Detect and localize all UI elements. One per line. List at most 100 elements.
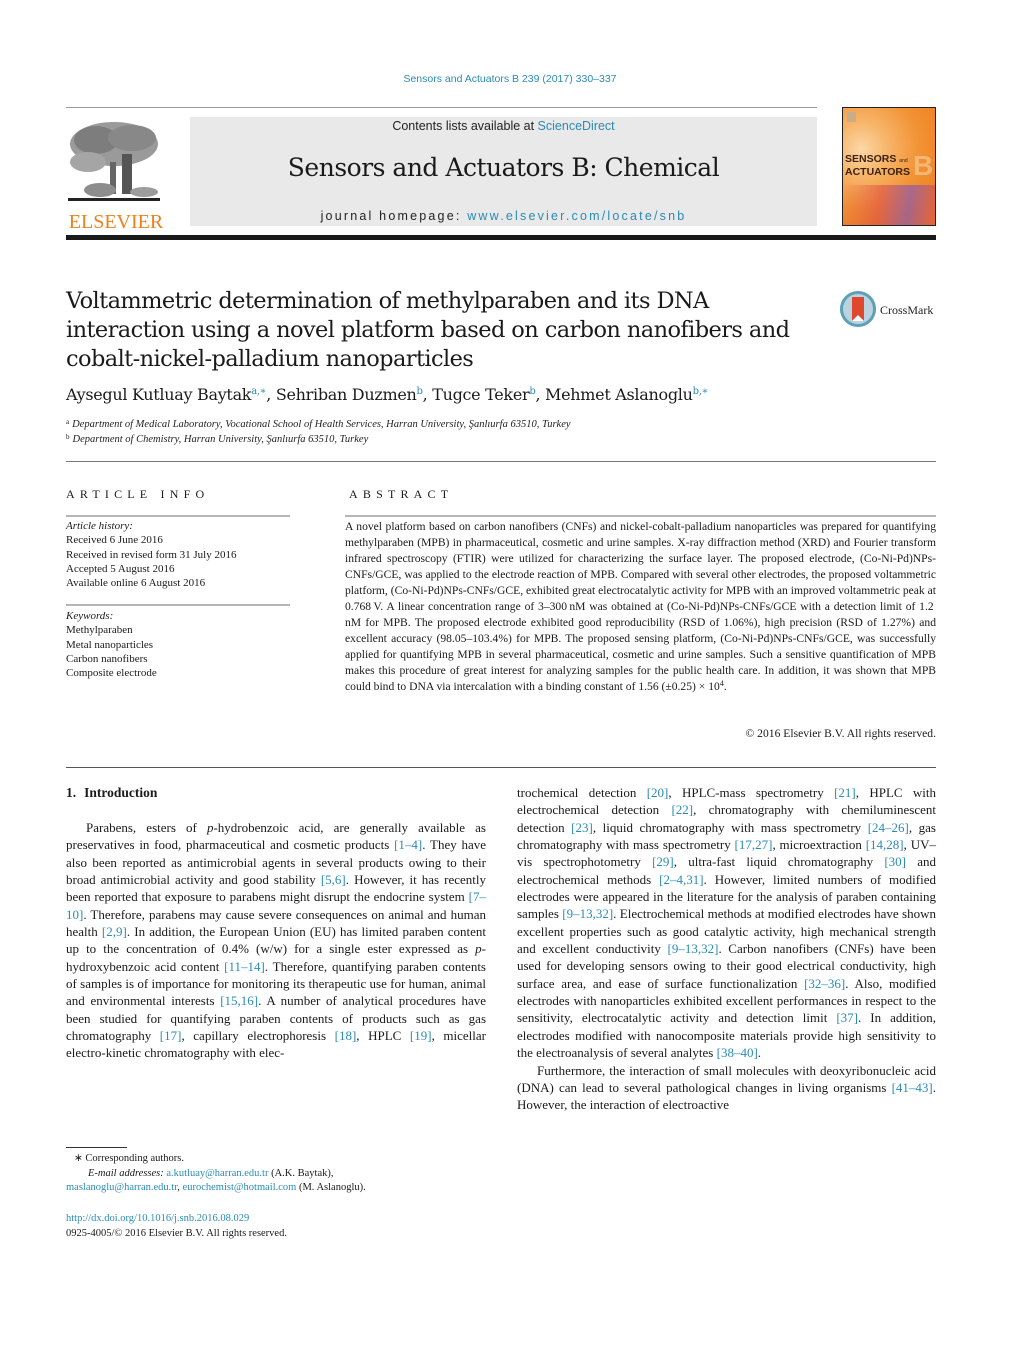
citation-link[interactable]: [5,6] bbox=[321, 872, 346, 887]
author-name[interactable]: Tugce Teker bbox=[432, 385, 529, 404]
section-heading-introduction: 1. Introduction bbox=[66, 785, 157, 801]
author-marks[interactable]: b bbox=[417, 386, 423, 397]
affiliation-mark: b bbox=[66, 433, 70, 441]
crossmark-button[interactable]: CrossMark bbox=[840, 291, 940, 329]
keyword[interactable]: Carbon nanofibers bbox=[66, 652, 290, 666]
citation-link[interactable]: [9–13,32] bbox=[562, 906, 613, 921]
author-marks[interactable]: a,∗ bbox=[251, 386, 266, 397]
citation-link[interactable]: [37] bbox=[836, 1010, 858, 1025]
cover-title: SENSORS and ACTUATORS bbox=[845, 154, 910, 178]
elsevier-tree-icon bbox=[68, 122, 160, 201]
citation-link[interactable]: [21] bbox=[834, 785, 856, 800]
email-link[interactable]: a.kutluay@harran.edu.tr bbox=[166, 1168, 268, 1179]
citation-link[interactable]: [30] bbox=[884, 854, 906, 869]
email-owner: (M. Aslanoglu). bbox=[296, 1182, 366, 1193]
affiliation-b: b Department of Chemistry, Harran Univers… bbox=[66, 433, 368, 445]
citation-link[interactable]: [32–36] bbox=[804, 976, 845, 991]
affiliation-a: a Department of Medical Laboratory, Vocat… bbox=[66, 418, 571, 430]
abstract-end: . bbox=[723, 680, 727, 693]
body-text: , HPLC-mass spectrometry bbox=[668, 785, 835, 800]
citation-link[interactable]: [11–14] bbox=[224, 959, 265, 974]
doi-link[interactable]: http://dx.doi.org/10.1016/j.snb.2016.08.… bbox=[66, 1212, 496, 1227]
contents-prefix: Contents lists available at bbox=[392, 119, 538, 133]
article-title-line: interaction using a novel platform based… bbox=[66, 317, 790, 343]
body-text: Furthermore, the interaction of small mo… bbox=[517, 1062, 936, 1095]
body-rule bbox=[66, 767, 936, 768]
email-link[interactable]: eurochemist@hotmail.com bbox=[183, 1182, 297, 1193]
body-text: , liquid chromatography with mass spectr… bbox=[592, 819, 868, 835]
masthead-top-rule bbox=[66, 107, 817, 108]
journal-cover-thumbnail[interactable]: SENSORS and ACTUATORS B bbox=[842, 107, 936, 226]
article-info-rule bbox=[66, 515, 290, 517]
citation-link[interactable]: [17] bbox=[160, 1028, 182, 1043]
history-item: Received 6 June 2016 bbox=[66, 534, 163, 547]
citation-link[interactable]: [20] bbox=[647, 785, 669, 800]
body-paragraph: Parabens, esters of p-hydrobenzoic acid,… bbox=[66, 819, 486, 1062]
contents-line: Contents lists available at ScienceDirec… bbox=[190, 119, 817, 133]
running-header[interactable]: Sensors and Actuators B 239 (2017) 330–3… bbox=[0, 73, 1020, 85]
body-text: , microextraction bbox=[772, 837, 866, 853]
cover-artwork bbox=[843, 185, 935, 225]
article-title: Voltammetric determination of methylpara… bbox=[66, 287, 806, 374]
citation-link[interactable]: [15,16] bbox=[220, 993, 258, 1008]
body-text: . In addition, the European Union (EU) h… bbox=[66, 924, 486, 957]
elsevier-wordmark: ELSEVIER bbox=[68, 211, 164, 233]
citation-link[interactable]: [1–4] bbox=[394, 837, 422, 852]
author-name[interactable]: Sehriban Duzmen bbox=[276, 385, 417, 404]
section-number: 1. bbox=[66, 785, 77, 800]
author-marks[interactable]: b bbox=[529, 386, 535, 397]
body-paragraph: Furthermore, the interaction of small mo… bbox=[517, 1062, 936, 1114]
cover-title-line2: ACTUATORS bbox=[845, 166, 910, 178]
email-owner: (A.K. Baytak), bbox=[268, 1167, 334, 1179]
abstract-heading: ABSTRACT bbox=[349, 487, 454, 501]
body-text: . bbox=[757, 1045, 762, 1061]
body-text: , HPLC bbox=[356, 1028, 410, 1044]
citation-link[interactable]: [23] bbox=[571, 820, 593, 835]
body-text: Parabens, esters of bbox=[86, 820, 207, 835]
citation-link[interactable]: [41–43] bbox=[892, 1080, 933, 1095]
homepage-prefix: journal homepage: bbox=[320, 209, 468, 223]
doi-block: http://dx.doi.org/10.1016/j.snb.2016.08.… bbox=[66, 1212, 496, 1241]
body-text: , capillary electrophoresis bbox=[181, 1028, 335, 1044]
cover-title-line1: SENSORS bbox=[845, 153, 897, 165]
email-link[interactable]: maslanoglu@harran.edu.tr bbox=[66, 1182, 177, 1193]
citation-link[interactable]: [22] bbox=[671, 802, 693, 817]
history-item: Accepted 5 August 2016 bbox=[66, 562, 175, 575]
abstract-rule bbox=[345, 515, 936, 517]
citation-link[interactable]: [38–40] bbox=[717, 1045, 758, 1060]
history-item: Received in revised form 31 July 2016 bbox=[66, 548, 237, 561]
cover-title-and: and bbox=[899, 158, 908, 164]
footnotes: ∗ Corresponding authors. E-mail addresse… bbox=[66, 1152, 496, 1196]
citation-link[interactable]: [19] bbox=[410, 1028, 432, 1043]
history-item: Available online 6 August 2016 bbox=[66, 577, 206, 590]
affiliation-text: Department of Chemistry, Harran Universi… bbox=[72, 434, 369, 445]
keywords-rule bbox=[66, 604, 290, 606]
citation-link[interactable]: [18] bbox=[335, 1028, 357, 1043]
keyword[interactable]: Methylparaben bbox=[66, 623, 290, 637]
citation-link[interactable]: [29] bbox=[652, 854, 674, 869]
sciencedirect-link[interactable]: ScienceDirect bbox=[538, 119, 615, 133]
elsevier-logo[interactable]: ELSEVIER bbox=[66, 118, 166, 233]
journal-homepage-link[interactable]: www.elsevier.com/locate/snb bbox=[467, 209, 686, 223]
citation-link[interactable]: [2–4,31] bbox=[659, 872, 703, 887]
citation-link[interactable]: [24–26] bbox=[868, 820, 909, 835]
keyword[interactable]: Composite electrode bbox=[66, 666, 290, 680]
keyword[interactable]: Metal nanoparticles bbox=[66, 638, 290, 652]
citation-link[interactable]: [2,9] bbox=[102, 924, 127, 939]
cover-letter: B bbox=[913, 150, 934, 181]
crossmark-ribbon-notch bbox=[852, 315, 864, 321]
corresponding-note: ∗ Corresponding authors. bbox=[74, 1153, 184, 1164]
body-paragraph: trochemical detection [20], HPLC-mass sp… bbox=[517, 784, 936, 1062]
body-text: , ultra-fast liquid chromatography bbox=[673, 854, 885, 870]
footnote-rule bbox=[66, 1147, 127, 1148]
front-matter-rule bbox=[66, 461, 936, 462]
keywords: Keywords: Methylparaben Metal nanopartic… bbox=[66, 609, 290, 680]
author-name[interactable]: Mehmet Aslanoglu bbox=[545, 385, 693, 404]
email-line-2: maslanoglu@harran.edu.tr, eurochemist@ho… bbox=[66, 1182, 366, 1193]
citation-link[interactable]: [17,27] bbox=[735, 837, 773, 852]
author-name[interactable]: Aysegul Kutluay Baytak bbox=[66, 385, 252, 404]
author-list: Aysegul Kutluay Baytaka,∗, Sehriban Duzm… bbox=[66, 385, 709, 404]
citation-link[interactable]: [9–13,32] bbox=[668, 941, 719, 956]
citation-link[interactable]: [14,28] bbox=[866, 837, 904, 852]
author-marks[interactable]: b,∗ bbox=[693, 386, 709, 397]
